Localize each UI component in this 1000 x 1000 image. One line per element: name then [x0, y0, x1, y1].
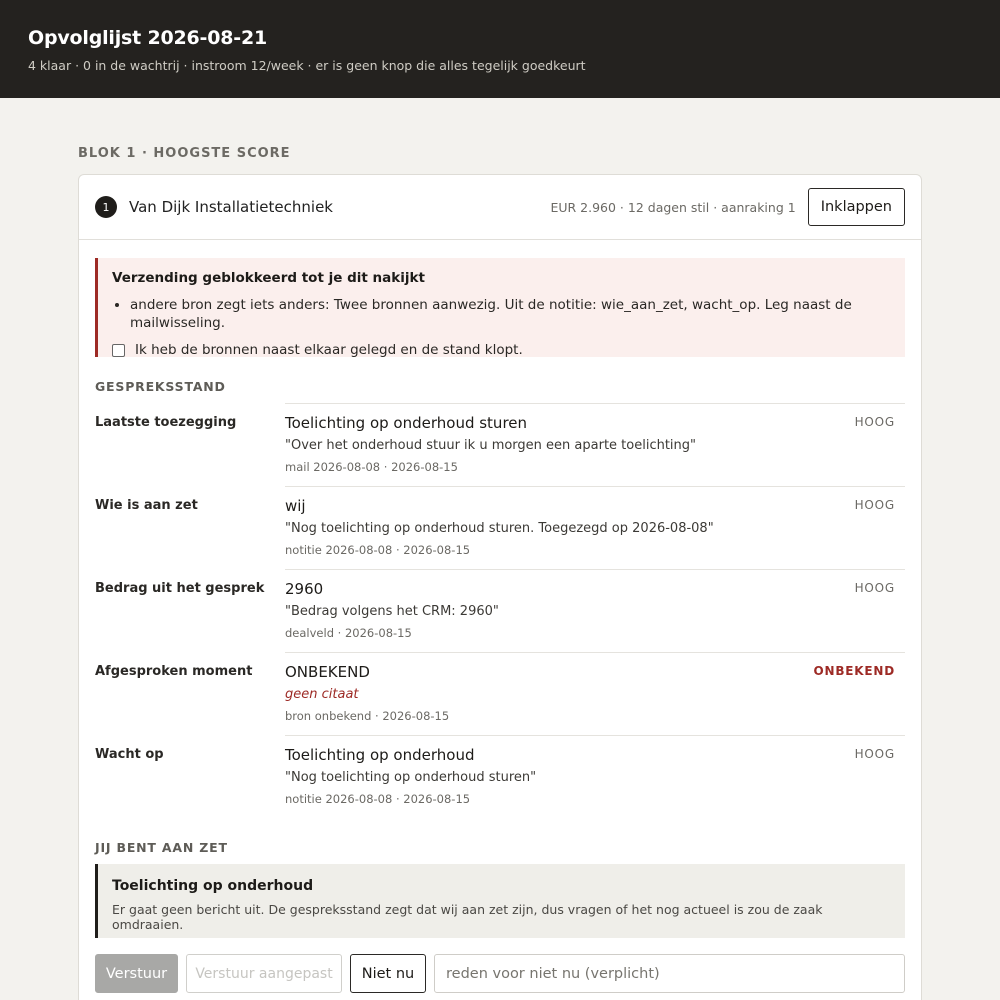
turn-box: Toelichting op onderhoud Er gaat geen be… — [95, 864, 905, 938]
row-content: ONBEKEND geen citaat bron onbekend · 202… — [285, 652, 905, 735]
row-source: mail 2026-08-08 · 2026-08-15 — [285, 460, 458, 474]
confirm-checkbox[interactable] — [112, 343, 125, 357]
rank-badge: 1 — [95, 196, 117, 218]
block-label: BLOK 1 · HOOGSTE SCORE — [78, 146, 291, 161]
row-quote: geen citaat — [285, 687, 359, 702]
confidence-badge: ONBEKEND — [813, 664, 895, 678]
blocked-alert: Verzending geblokkeerd tot je dit nakijk… — [95, 258, 905, 358]
company-name: Van Dijk Installatietechniek — [129, 198, 333, 216]
row-quote: "Over het onderhoud stuur ik u morgen ee… — [285, 438, 697, 453]
collapse-button[interactable]: Inklappen — [807, 188, 905, 226]
row-label: Bedrag uit het gesprek — [95, 581, 265, 596]
reason-input[interactable] — [434, 954, 905, 993]
state-row: Wacht op Toelichting op onderhoud "Nog t… — [95, 735, 905, 818]
row-label: Laatste toezegging — [95, 415, 237, 430]
turn-text: Er gaat geen bericht uit. De gesprekssta… — [112, 902, 823, 932]
followup-card: 1 Van Dijk Installatietechniek EUR 2.960… — [78, 174, 922, 1000]
top-bar: Opvolglijst 2026-08-21 4 klaar · 0 in de… — [0, 0, 1000, 98]
row-source: bron onbekend · 2026-08-15 — [285, 709, 450, 723]
action-bar: Verstuur Verstuur aangepast Niet nu — [95, 954, 905, 993]
alert-title: Verzending geblokkeerd tot je dit nakijk… — [112, 270, 425, 286]
row-label: Wacht op — [95, 747, 164, 762]
card-header: 1 Van Dijk Installatietechniek EUR 2.960… — [79, 175, 921, 240]
row-quote: "Bedrag volgens het CRM: 2960" — [285, 604, 499, 619]
confirm-label[interactable]: Ik heb de bronnen naast elkaar gelegd en… — [135, 342, 523, 358]
row-content: wij "Nog toelichting op onderhoud sturen… — [285, 486, 905, 569]
state-row: Bedrag uit het gesprek 2960 "Bedrag volg… — [95, 569, 905, 652]
row-label: Afgesproken moment — [95, 664, 253, 679]
state-row: Laatste toezegging Toelichting op onderh… — [95, 403, 905, 486]
card-body: Verzending geblokkeerd tot je dit nakijk… — [79, 240, 921, 993]
not-now-button[interactable]: Niet nu — [350, 954, 426, 993]
row-label: Wie is aan zet — [95, 498, 198, 513]
row-content: 2960 "Bedrag volgens het CRM: 2960" deal… — [285, 569, 905, 652]
page-title: Opvolglijst 2026-08-21 — [28, 27, 267, 49]
row-content: Toelichting op onderhoud sturen "Over he… — [285, 403, 905, 486]
alert-list: andere bron zegt iets anders: Twee bronn… — [130, 296, 891, 332]
page-subtitle: 4 klaar · 0 in de wachtrij · instroom 12… — [28, 58, 586, 73]
row-content: Toelichting op onderhoud "Nog toelichtin… — [285, 735, 905, 818]
confidence-badge: HOOG — [854, 747, 895, 761]
send-button[interactable]: Verstuur — [95, 954, 178, 993]
row-quote: "Nog toelichting op onderhoud sturen. To… — [285, 521, 714, 536]
alert-item: andere bron zegt iets anders: Twee bronn… — [130, 296, 891, 332]
card-meta: EUR 2.960 · 12 dagen stil · aanraking 1 — [550, 199, 796, 215]
confidence-badge: HOOG — [854, 498, 895, 512]
row-value: ONBEKEND — [285, 663, 370, 681]
state-heading: GESPREKSSTAND — [95, 379, 226, 394]
confidence-badge: HOOG — [854, 581, 895, 595]
row-source: notitie 2026-08-08 · 2026-08-15 — [285, 543, 471, 557]
row-value: Toelichting op onderhoud sturen — [285, 414, 528, 432]
row-value: Toelichting op onderhoud — [285, 746, 475, 764]
state-row: Wie is aan zet wij "Nog toelichting op o… — [95, 486, 905, 569]
row-quote: "Nog toelichting op onderhoud sturen" — [285, 770, 537, 785]
turn-heading: JIJ BENT AAN ZET — [95, 840, 228, 855]
send-adjusted-button[interactable]: Verstuur aangepast — [186, 954, 342, 993]
state-row: Afgesproken moment ONBEKEND geen citaat … — [95, 652, 905, 735]
confidence-badge: HOOG — [854, 415, 895, 429]
row-value: wij — [285, 497, 306, 515]
row-value: 2960 — [285, 580, 324, 598]
row-source: notitie 2026-08-08 · 2026-08-15 — [285, 792, 471, 806]
turn-title: Toelichting op onderhoud — [112, 878, 314, 894]
row-source: dealveld · 2026-08-15 — [285, 626, 412, 640]
confirm-row[interactable]: Ik heb de bronnen naast elkaar gelegd en… — [112, 342, 891, 358]
